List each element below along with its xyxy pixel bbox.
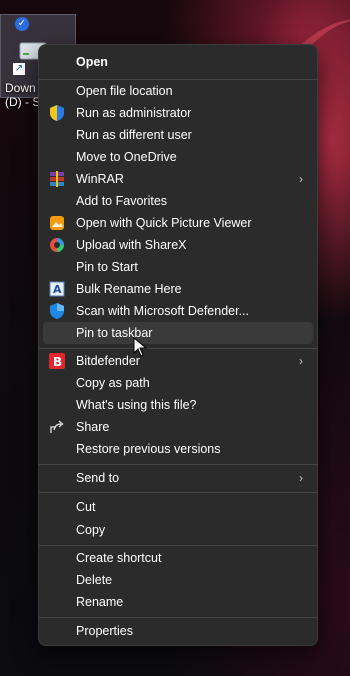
menu-item-label: Bitdefender xyxy=(76,354,140,368)
menu-item-rename[interactable]: Rename xyxy=(43,591,313,613)
menu-item-winrar[interactable]: WinRAR › xyxy=(43,168,313,190)
menu-item-send-to[interactable]: Send to › xyxy=(43,467,313,489)
menu-item-label: Run as different user xyxy=(76,128,192,142)
defender-icon xyxy=(49,303,65,319)
menu-item-run-as-administrator[interactable]: Run as administrator xyxy=(43,102,313,124)
menu-item-label: Copy as path xyxy=(76,376,150,390)
menu-separator xyxy=(39,617,317,618)
menu-separator xyxy=(39,464,317,465)
menu-item-label: Rename xyxy=(76,595,124,609)
bulk-rename-icon: A xyxy=(49,281,65,297)
menu-item-restore-previous-versions[interactable]: Restore previous versions xyxy=(43,438,313,460)
menu-item-label: Run as administrator xyxy=(76,106,192,120)
mouse-cursor-icon xyxy=(133,337,148,357)
menu-item-open-file-location[interactable]: Open file location xyxy=(43,80,313,102)
menu-item-label: Restore previous versions xyxy=(76,442,221,456)
menu-item-open[interactable]: Open xyxy=(43,51,313,73)
menu-item-label: What's using this file? xyxy=(76,398,197,412)
svg-text:B: B xyxy=(53,355,62,369)
menu-item-pin-to-start[interactable]: Pin to Start xyxy=(43,256,313,278)
winrar-icon xyxy=(49,171,65,187)
quick-picture-viewer-icon xyxy=(49,215,65,231)
menu-item-label: Open file location xyxy=(76,84,173,98)
menu-item-move-to-onedrive[interactable]: Move to OneDrive xyxy=(43,146,313,168)
menu-item-label: WinRAR xyxy=(76,172,124,186)
menu-item-label: Delete xyxy=(76,573,113,587)
menu-item-label: Pin to Start xyxy=(76,260,138,274)
share-icon xyxy=(49,419,65,435)
menu-item-copy[interactable]: Copy xyxy=(43,519,313,541)
menu-separator xyxy=(39,492,317,493)
menu-item-delete[interactable]: Delete xyxy=(43,569,313,591)
menu-item-label: Open xyxy=(76,55,108,69)
uac-shield-icon xyxy=(49,105,65,121)
menu-item-bitdefender[interactable]: B Bitdefender › xyxy=(43,350,313,372)
menu-item-label: Copy xyxy=(76,523,106,537)
menu-item-properties[interactable]: Properties xyxy=(43,620,313,642)
chevron-right-icon: › xyxy=(299,471,303,485)
menu-item-create-shortcut[interactable]: Create shortcut xyxy=(43,547,313,569)
menu-item-whats-using-this-file[interactable]: What's using this file? xyxy=(43,394,313,416)
menu-item-share[interactable]: Share xyxy=(43,416,313,438)
menu-item-label: Add to Favorites xyxy=(76,194,168,208)
menu-item-label: Upload with ShareX xyxy=(76,238,187,252)
svg-text:A: A xyxy=(53,283,62,296)
bitdefender-icon: B xyxy=(49,353,65,369)
menu-item-add-to-favorites[interactable]: Add to Favorites xyxy=(43,190,313,212)
menu-separator xyxy=(39,545,317,546)
menu-item-bulk-rename-here[interactable]: A Bulk Rename Here xyxy=(43,278,313,300)
menu-item-copy-as-path[interactable]: Copy as path xyxy=(43,372,313,394)
menu-item-label: Properties xyxy=(76,624,133,638)
menu-item-open-with-quick-picture-viewer[interactable]: Open with Quick Picture Viewer xyxy=(43,212,313,234)
menu-item-pin-to-taskbar[interactable]: Pin to taskbar xyxy=(43,322,313,344)
menu-item-label: Open with Quick Picture Viewer xyxy=(76,216,252,230)
menu-item-label: Bulk Rename Here xyxy=(76,282,182,296)
shortcut-arrow-icon: ↗ xyxy=(13,63,25,75)
menu-item-label: Create shortcut xyxy=(76,551,162,565)
menu-item-cut[interactable]: Cut xyxy=(43,496,313,518)
chevron-right-icon: › xyxy=(299,172,303,186)
menu-item-label: Share xyxy=(76,420,110,434)
menu-item-label: Send to xyxy=(76,471,120,485)
menu-item-label: Cut xyxy=(76,500,96,514)
menu-item-upload-with-sharex[interactable]: Upload with ShareX xyxy=(43,234,313,256)
context-menu: Open Open file location Run as administr… xyxy=(38,44,318,646)
chevron-right-icon: › xyxy=(299,354,303,368)
menu-separator xyxy=(39,348,317,349)
menu-item-run-as-different-user[interactable]: Run as different user xyxy=(43,124,313,146)
menu-item-scan-with-microsoft-defender[interactable]: Scan with Microsoft Defender... xyxy=(43,300,313,322)
selection-check-icon: ✓ xyxy=(15,17,29,31)
sharex-icon xyxy=(49,237,65,253)
menu-item-label: Scan with Microsoft Defender... xyxy=(76,304,249,318)
menu-item-label: Move to OneDrive xyxy=(76,150,177,164)
